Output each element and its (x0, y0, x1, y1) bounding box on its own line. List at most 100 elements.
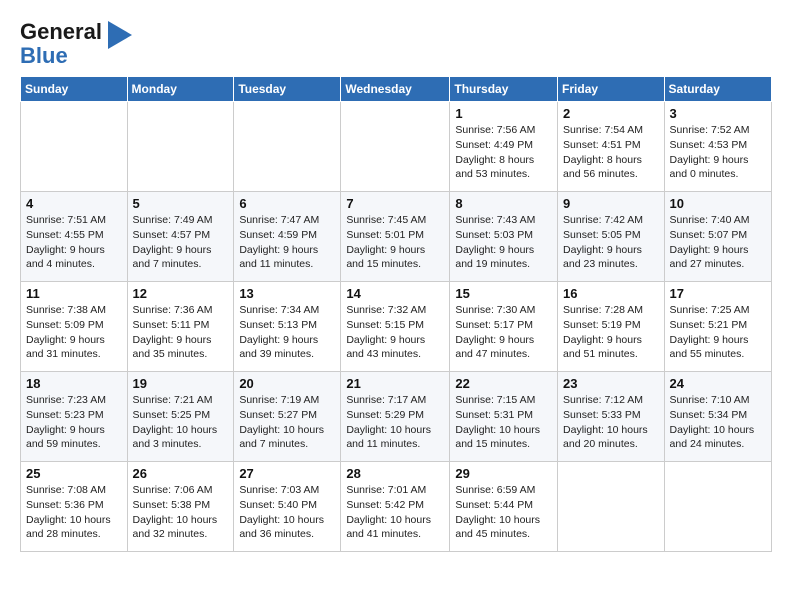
day-number: 2 (563, 106, 659, 121)
logo-blue: Blue (20, 43, 68, 68)
day-number: 5 (133, 196, 229, 211)
day-number: 22 (455, 376, 552, 391)
day-info: Sunrise: 7:10 AMSunset: 5:34 PMDaylight:… (670, 393, 766, 452)
day-info: Sunrise: 7:15 AMSunset: 5:31 PMDaylight:… (455, 393, 552, 452)
day-number: 21 (346, 376, 444, 391)
day-info: Sunrise: 7:03 AMSunset: 5:40 PMDaylight:… (239, 483, 335, 542)
calendar-cell: 27 Sunrise: 7:03 AMSunset: 5:40 PMDayligh… (234, 462, 341, 552)
day-info: Sunrise: 7:30 AMSunset: 5:17 PMDaylight:… (455, 303, 552, 362)
calendar-cell: 19 Sunrise: 7:21 AMSunset: 5:25 PMDayligh… (127, 372, 234, 462)
day-number: 27 (239, 466, 335, 481)
page-header: General Blue (20, 16, 772, 68)
day-info: Sunrise: 7:45 AMSunset: 5:01 PMDaylight:… (346, 213, 444, 272)
calendar-cell: 28Sunrise: 7:01 AMSunset: 5:42 PMDayligh… (341, 462, 450, 552)
weekday-header: Wednesday (341, 77, 450, 102)
calendar-cell: 8 Sunrise: 7:43 AMSunset: 5:03 PMDaylight… (450, 192, 558, 282)
calendar-cell: 16 Sunrise: 7:28 AMSunset: 5:19 PMDayligh… (558, 282, 665, 372)
calendar-cell (558, 462, 665, 552)
day-number: 26 (133, 466, 229, 481)
calendar-cell: 23 Sunrise: 7:12 AMSunset: 5:33 PMDayligh… (558, 372, 665, 462)
calendar-cell: 7 Sunrise: 7:45 AMSunset: 5:01 PMDaylight… (341, 192, 450, 282)
calendar-week-row: 25 Sunrise: 7:08 AMSunset: 5:36 PMDayligh… (21, 462, 772, 552)
calendar-cell: 15Sunrise: 7:30 AMSunset: 5:17 PMDayligh… (450, 282, 558, 372)
calendar-cell: 11 Sunrise: 7:38 AMSunset: 5:09 PMDayligh… (21, 282, 128, 372)
logo-general: General (20, 19, 102, 44)
calendar-cell: 6Sunrise: 7:47 AMSunset: 4:59 PMDaylight… (234, 192, 341, 282)
day-number: 25 (26, 466, 122, 481)
day-number: 8 (455, 196, 552, 211)
day-info: Sunrise: 6:59 AMSunset: 5:44 PMDaylight:… (455, 483, 552, 542)
calendar-header-row: SundayMondayTuesdayWednesdayThursdayFrid… (21, 77, 772, 102)
calendar-cell (664, 462, 771, 552)
calendar-cell: 1Sunrise: 7:56 AMSunset: 4:49 PMDaylight… (450, 102, 558, 192)
day-info: Sunrise: 7:06 AMSunset: 5:38 PMDaylight:… (133, 483, 229, 542)
calendar-cell: 9 Sunrise: 7:42 AMSunset: 5:05 PMDaylight… (558, 192, 665, 282)
day-number: 9 (563, 196, 659, 211)
day-number: 18 (26, 376, 122, 391)
day-number: 19 (133, 376, 229, 391)
day-info: Sunrise: 7:49 AMSunset: 4:57 PMDaylight:… (133, 213, 229, 272)
day-info: Sunrise: 7:28 AMSunset: 5:19 PMDaylight:… (563, 303, 659, 362)
weekday-header: Friday (558, 77, 665, 102)
calendar-cell: 20 Sunrise: 7:19 AMSunset: 5:27 PMDayligh… (234, 372, 341, 462)
day-number: 29 (455, 466, 552, 481)
day-number: 4 (26, 196, 122, 211)
calendar-week-row: 4 Sunrise: 7:51 AMSunset: 4:55 PMDaylight… (21, 192, 772, 282)
weekday-header: Monday (127, 77, 234, 102)
logo-icon (104, 17, 136, 53)
day-number: 28 (346, 466, 444, 481)
day-info: Sunrise: 7:43 AMSunset: 5:03 PMDaylight:… (455, 213, 552, 272)
logo: General Blue (20, 20, 136, 68)
day-number: 16 (563, 286, 659, 301)
day-number: 14 (346, 286, 444, 301)
calendar-cell: 4 Sunrise: 7:51 AMSunset: 4:55 PMDaylight… (21, 192, 128, 282)
calendar-cell: 21 Sunrise: 7:17 AMSunset: 5:29 PMDayligh… (341, 372, 450, 462)
calendar-table: SundayMondayTuesdayWednesdayThursdayFrid… (20, 76, 772, 552)
day-info: Sunrise: 7:34 AMSunset: 5:13 PMDaylight:… (239, 303, 335, 362)
day-number: 1 (455, 106, 552, 121)
day-info: Sunrise: 7:08 AMSunset: 5:36 PMDaylight:… (26, 483, 122, 542)
calendar-cell: 10 Sunrise: 7:40 AMSunset: 5:07 PMDayligh… (664, 192, 771, 282)
day-number: 6 (239, 196, 335, 211)
weekday-header: Thursday (450, 77, 558, 102)
weekday-header: Sunday (21, 77, 128, 102)
calendar-cell (234, 102, 341, 192)
day-info: Sunrise: 7:12 AMSunset: 5:33 PMDaylight:… (563, 393, 659, 452)
calendar-cell: 18Sunrise: 7:23 AMSunset: 5:23 PMDayligh… (21, 372, 128, 462)
day-info: Sunrise: 7:51 AMSunset: 4:55 PMDaylight:… (26, 213, 122, 272)
calendar-cell (127, 102, 234, 192)
calendar-cell: 5 Sunrise: 7:49 AMSunset: 4:57 PMDaylight… (127, 192, 234, 282)
calendar-cell: 14 Sunrise: 7:32 AMSunset: 5:15 PMDayligh… (341, 282, 450, 372)
calendar-cell: 2 Sunrise: 7:54 AMSunset: 4:51 PMDaylight… (558, 102, 665, 192)
calendar-cell: 12Sunrise: 7:36 AMSunset: 5:11 PMDayligh… (127, 282, 234, 372)
calendar-week-row: 11 Sunrise: 7:38 AMSunset: 5:09 PMDayligh… (21, 282, 772, 372)
calendar-cell: 3Sunrise: 7:52 AMSunset: 4:53 PMDaylight… (664, 102, 771, 192)
day-info: Sunrise: 7:40 AMSunset: 5:07 PMDaylight:… (670, 213, 766, 272)
day-info: Sunrise: 7:42 AMSunset: 5:05 PMDaylight:… (563, 213, 659, 272)
calendar-cell (341, 102, 450, 192)
day-info: Sunrise: 7:25 AMSunset: 5:21 PMDaylight:… (670, 303, 766, 362)
day-info: Sunrise: 7:21 AMSunset: 5:25 PMDaylight:… (133, 393, 229, 452)
calendar-cell: 26 Sunrise: 7:06 AMSunset: 5:38 PMDayligh… (127, 462, 234, 552)
day-info: Sunrise: 7:32 AMSunset: 5:15 PMDaylight:… (346, 303, 444, 362)
day-info: Sunrise: 7:19 AMSunset: 5:27 PMDaylight:… (239, 393, 335, 452)
day-number: 24 (670, 376, 766, 391)
day-number: 17 (670, 286, 766, 301)
day-info: Sunrise: 7:54 AMSunset: 4:51 PMDaylight:… (563, 123, 659, 182)
day-number: 7 (346, 196, 444, 211)
day-number: 11 (26, 286, 122, 301)
day-info: Sunrise: 7:17 AMSunset: 5:29 PMDaylight:… (346, 393, 444, 452)
day-number: 13 (239, 286, 335, 301)
day-info: Sunrise: 7:38 AMSunset: 5:09 PMDaylight:… (26, 303, 122, 362)
calendar-cell: 17 Sunrise: 7:25 AMSunset: 5:21 PMDayligh… (664, 282, 771, 372)
weekday-header: Saturday (664, 77, 771, 102)
day-number: 10 (670, 196, 766, 211)
day-number: 23 (563, 376, 659, 391)
calendar-cell (21, 102, 128, 192)
calendar-week-row: 1Sunrise: 7:56 AMSunset: 4:49 PMDaylight… (21, 102, 772, 192)
calendar-cell: 24 Sunrise: 7:10 AMSunset: 5:34 PMDayligh… (664, 372, 771, 462)
calendar-cell: 25 Sunrise: 7:08 AMSunset: 5:36 PMDayligh… (21, 462, 128, 552)
day-number: 12 (133, 286, 229, 301)
day-info: Sunrise: 7:52 AMSunset: 4:53 PMDaylight:… (670, 123, 766, 182)
day-number: 20 (239, 376, 335, 391)
